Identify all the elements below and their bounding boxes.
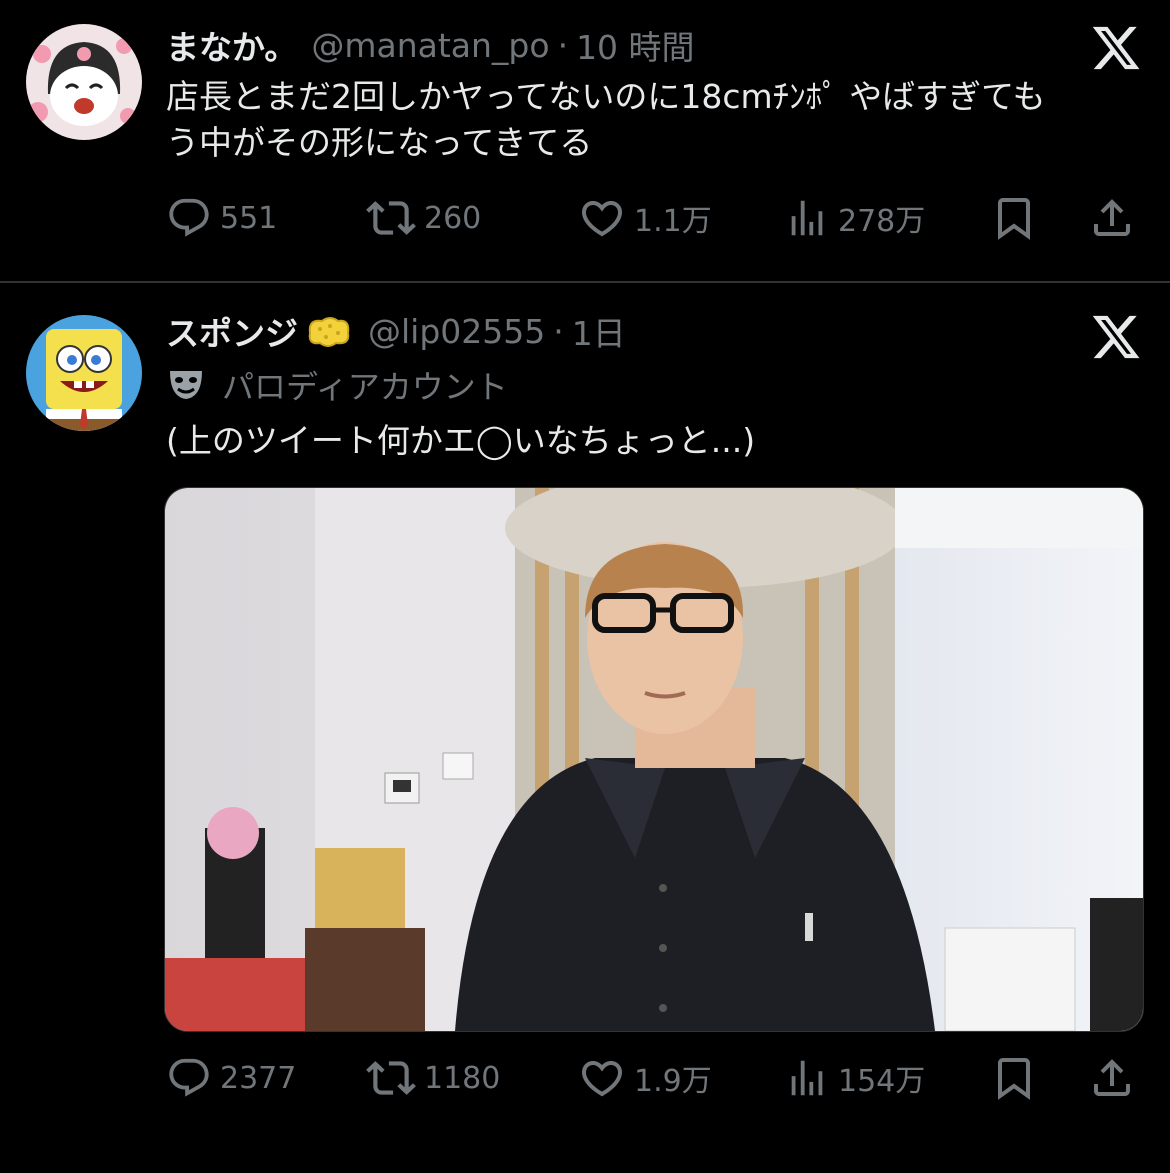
retweet-count: 260 <box>424 200 482 236</box>
sponge-emoji-icon <box>308 317 350 347</box>
like-icon <box>581 201 623 237</box>
action-bar: 2377 1180 1.9万 154万 <box>166 1050 1138 1106</box>
views-icon <box>791 1060 823 1096</box>
separator: · <box>553 311 564 351</box>
avatar-image <box>26 315 142 431</box>
share-button[interactable] <box>1088 190 1136 246</box>
avatar-image <box>26 24 142 140</box>
reply-count: 551 <box>220 200 278 236</box>
tweet-header: まなか。 @manatan_po · 10 時間 <box>166 21 695 69</box>
x-logo-icon <box>1092 315 1140 359</box>
handle[interactable]: @manatan_po <box>311 26 549 65</box>
handle[interactable]: @lip02555 <box>368 312 545 351</box>
views-count: 278万 <box>838 204 926 239</box>
views-button[interactable]: 154万 <box>784 1050 925 1106</box>
retweet-icon <box>366 201 416 235</box>
tweet-text: (上のツイート何かエ◯いなちょっと...) <box>166 418 755 464</box>
timestamp[interactable]: 1日 <box>572 307 626 355</box>
display-name[interactable]: スポンジ <box>166 307 298 355</box>
media-image[interactable] <box>164 487 1144 1032</box>
parody-mask-icon <box>170 371 202 399</box>
retweet-icon <box>366 1061 416 1095</box>
reply-count: 2377 <box>220 1060 297 1096</box>
action-bar: 551 260 1.1万 278万 <box>166 190 1138 246</box>
tweet-text-line: (上のツイート何かエ◯いなちょっと...) <box>166 421 756 460</box>
bookmark-button[interactable] <box>990 190 1038 246</box>
avatar[interactable] <box>26 315 142 431</box>
like-count: 1.9万 <box>634 1064 712 1099</box>
tweet-header: スポンジ @lip02555 · 1日 <box>166 307 626 355</box>
reply-icon <box>169 198 209 237</box>
parody-badge: パロディアカウント <box>166 362 508 408</box>
tweet-text-line: う中がその形になってきてる <box>166 123 593 162</box>
tweet-1[interactable]: まなか。 @manatan_po · 10 時間 店長とまだ2回しかヤってないの… <box>0 0 1170 282</box>
share-icon <box>1094 1059 1130 1096</box>
bookmark-button[interactable] <box>990 1050 1038 1106</box>
retweet-button[interactable]: 260 <box>366 190 481 246</box>
avatar[interactable] <box>26 24 142 140</box>
bookmark-icon <box>998 1058 1030 1100</box>
x-logo-icon <box>1092 26 1140 70</box>
separator: · <box>557 25 569 65</box>
views-count: 154万 <box>838 1064 926 1099</box>
like-icon <box>581 1061 623 1097</box>
photo-man-in-room <box>165 488 1143 1031</box>
parody-label: パロディアカウント <box>222 368 508 406</box>
tweet-text: 店長とまだ2回しかヤってないのに18cmﾁﾝﾎﾟ やばすぎても う中がその形にな… <box>166 74 1045 166</box>
tweet-2[interactable]: スポンジ @lip02555 · 1日 パロディアカウント (上のツイート何かエ… <box>0 283 1170 1173</box>
retweet-count: 1180 <box>424 1060 501 1096</box>
views-icon <box>791 200 823 236</box>
like-count: 1.1万 <box>634 204 712 239</box>
retweet-button[interactable]: 1180 <box>366 1050 500 1106</box>
reply-button[interactable]: 2377 <box>166 1050 296 1106</box>
reply-icon <box>169 1058 209 1097</box>
like-button[interactable]: 1.1万 <box>578 190 712 246</box>
bookmark-icon <box>998 198 1030 240</box>
share-button[interactable] <box>1088 1050 1136 1106</box>
views-button[interactable]: 278万 <box>784 190 925 246</box>
timestamp[interactable]: 10 時間 <box>576 21 694 69</box>
display-name[interactable]: まなか。 <box>166 21 297 69</box>
like-button[interactable]: 1.9万 <box>578 1050 712 1106</box>
tweet-text-line: 店長とまだ2回しかヤってないのに18cmﾁﾝﾎﾟ やばすぎても <box>166 77 1046 116</box>
share-icon <box>1094 199 1130 236</box>
reply-button[interactable]: 551 <box>166 190 277 246</box>
